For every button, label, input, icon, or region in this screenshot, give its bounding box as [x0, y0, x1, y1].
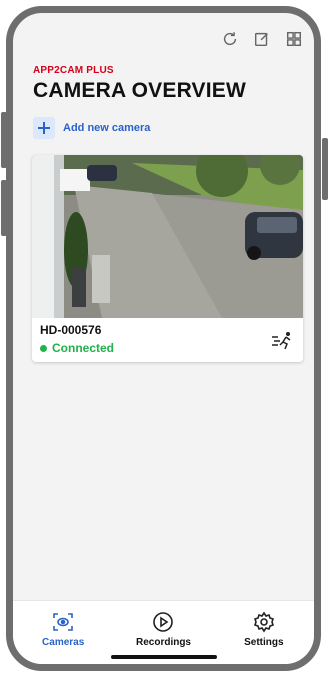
nav-cameras[interactable]: Cameras	[13, 601, 113, 664]
phone-frame: APP2CAM PLUS CAMERA OVERVIEW Add new cam…	[6, 6, 321, 671]
app-brand: APP2CAM PLUS	[33, 65, 114, 76]
camera-preview-image	[32, 155, 303, 318]
add-camera-label: Add new camera	[63, 122, 151, 134]
camera-status: Connected	[40, 341, 114, 355]
camera-icon	[53, 613, 73, 631]
motion-detection-icon[interactable]	[271, 331, 295, 351]
nav-label-settings: Settings	[244, 637, 284, 648]
nav-label-recordings: Recordings	[135, 637, 191, 648]
refresh-icon[interactable]	[220, 29, 240, 49]
add-camera-button[interactable]: Add new camera	[33, 117, 150, 139]
nav-settings[interactable]: Settings	[214, 601, 314, 664]
edit-icon[interactable]	[252, 29, 272, 49]
status-text: Connected	[52, 341, 115, 355]
play-icon	[153, 612, 174, 632]
top-toolbar	[220, 29, 304, 49]
nav-label-cameras: Cameras	[42, 637, 85, 648]
gear-icon	[253, 611, 274, 633]
grid-icon[interactable]	[284, 29, 304, 49]
home-indicator	[110, 655, 217, 659]
status-dot-icon	[40, 344, 47, 352]
power-button	[322, 138, 328, 200]
camera-name: HD-000576	[40, 323, 102, 337]
camera-card[interactable]: HD-000576 Connected	[32, 155, 303, 362]
bottom-navigation: Cameras Recordings Settings	[13, 600, 314, 664]
plus-icon	[33, 117, 55, 139]
page-title: CAMERA OVERVIEW	[33, 79, 247, 102]
